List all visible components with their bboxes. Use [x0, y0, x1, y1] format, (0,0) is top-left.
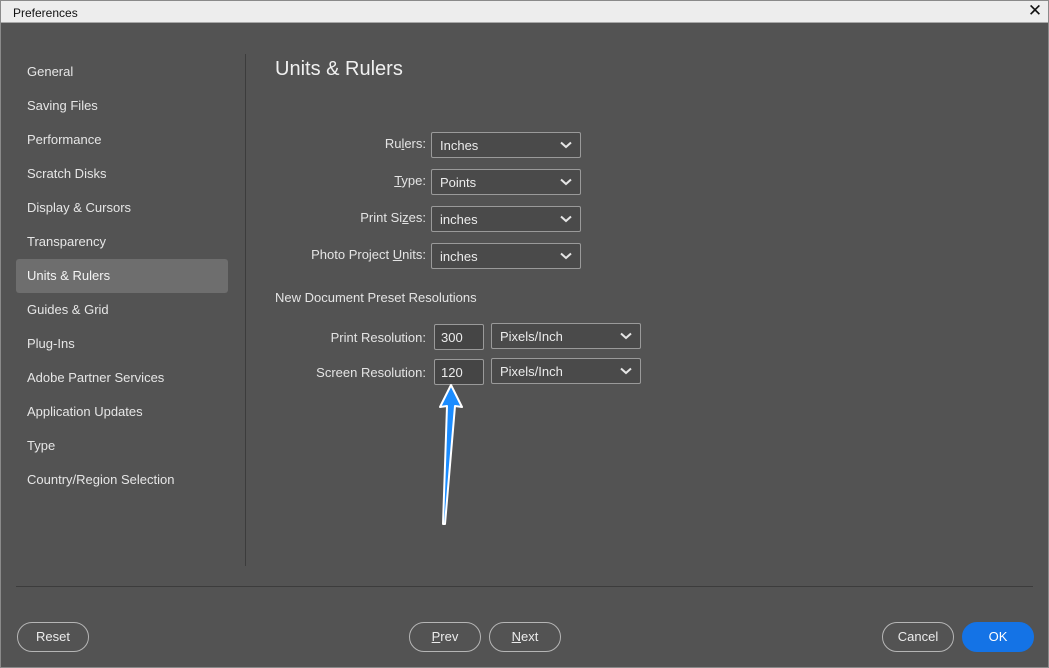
sidebar-item-guides-grid[interactable]: Guides & Grid [16, 293, 228, 327]
ok-button[interactable]: OK [962, 622, 1034, 652]
preferences-sidebar: General Saving Files Performance Scratch… [16, 55, 228, 497]
screen-resolution-unit-select[interactable]: Pixels/Inch [491, 358, 641, 384]
sidebar-item-display-cursors[interactable]: Display & Cursors [16, 191, 228, 225]
blue-arrow-pointer-icon [439, 384, 463, 525]
chevron-down-icon [560, 141, 572, 149]
preset-resolutions-heading: New Document Preset Resolutions [275, 290, 477, 305]
photo-project-units-select[interactable]: inches [431, 243, 581, 269]
window-title: Preferences [13, 6, 78, 20]
sidebar-item-scratch-disks[interactable]: Scratch Disks [16, 157, 228, 191]
rulers-value: Inches [440, 138, 479, 153]
chevron-down-icon [620, 332, 632, 340]
footer-divider [16, 586, 1033, 587]
type-label: Type: [394, 173, 426, 188]
title-bar: Preferences ✕ [1, 1, 1048, 23]
chevron-down-icon [560, 252, 572, 260]
print-sizes-select[interactable]: inches [431, 206, 581, 232]
rulers-select[interactable]: Inches [431, 132, 581, 158]
print-sizes-label: Print Sizes: [360, 210, 426, 225]
sidebar-item-units-rulers[interactable]: Units & Rulers [16, 259, 228, 293]
print-resolution-label: Print Resolution: [330, 330, 426, 345]
cancel-button[interactable]: Cancel [882, 622, 954, 652]
chevron-down-icon [620, 367, 632, 375]
reset-button[interactable]: Reset [17, 622, 89, 652]
screen-resolution-unit-value: Pixels/Inch [500, 364, 563, 379]
photo-project-units-value: inches [440, 249, 478, 264]
sidebar-divider [245, 54, 246, 566]
sidebar-item-saving-files[interactable]: Saving Files [16, 89, 228, 123]
rulers-label: Rulers: [384, 136, 426, 151]
chevron-down-icon [560, 178, 572, 186]
sidebar-item-performance[interactable]: Performance [16, 123, 228, 157]
type-select[interactable]: Points [431, 169, 581, 195]
print-sizes-value: inches [440, 212, 478, 227]
chevron-down-icon [560, 215, 572, 223]
print-resolution-input[interactable]: 300 [434, 324, 484, 350]
sidebar-item-application-updates[interactable]: Application Updates [16, 395, 228, 429]
sidebar-item-plug-ins[interactable]: Plug-Ins [16, 327, 228, 361]
sidebar-item-type[interactable]: Type [16, 429, 228, 463]
prev-button[interactable]: Prev [409, 622, 481, 652]
sidebar-item-transparency[interactable]: Transparency [16, 225, 228, 259]
page-title: Units & Rulers [275, 58, 403, 80]
sidebar-item-country-region[interactable]: Country/Region Selection [16, 463, 228, 497]
close-icon[interactable]: ✕ [1026, 2, 1044, 20]
type-value: Points [440, 175, 477, 190]
print-resolution-unit-select[interactable]: Pixels/Inch [491, 323, 641, 349]
next-button[interactable]: Next [489, 622, 561, 652]
preferences-dialog: Preferences ✕ General Saving Files Perfo… [0, 0, 1049, 668]
print-resolution-unit-value: Pixels/Inch [500, 329, 563, 344]
sidebar-item-general[interactable]: General [16, 55, 228, 89]
screen-resolution-label: Screen Resolution: [316, 365, 426, 380]
sidebar-item-adobe-partner-services[interactable]: Adobe Partner Services [16, 361, 228, 395]
photo-project-units-label: Photo Project Units: [311, 247, 426, 262]
